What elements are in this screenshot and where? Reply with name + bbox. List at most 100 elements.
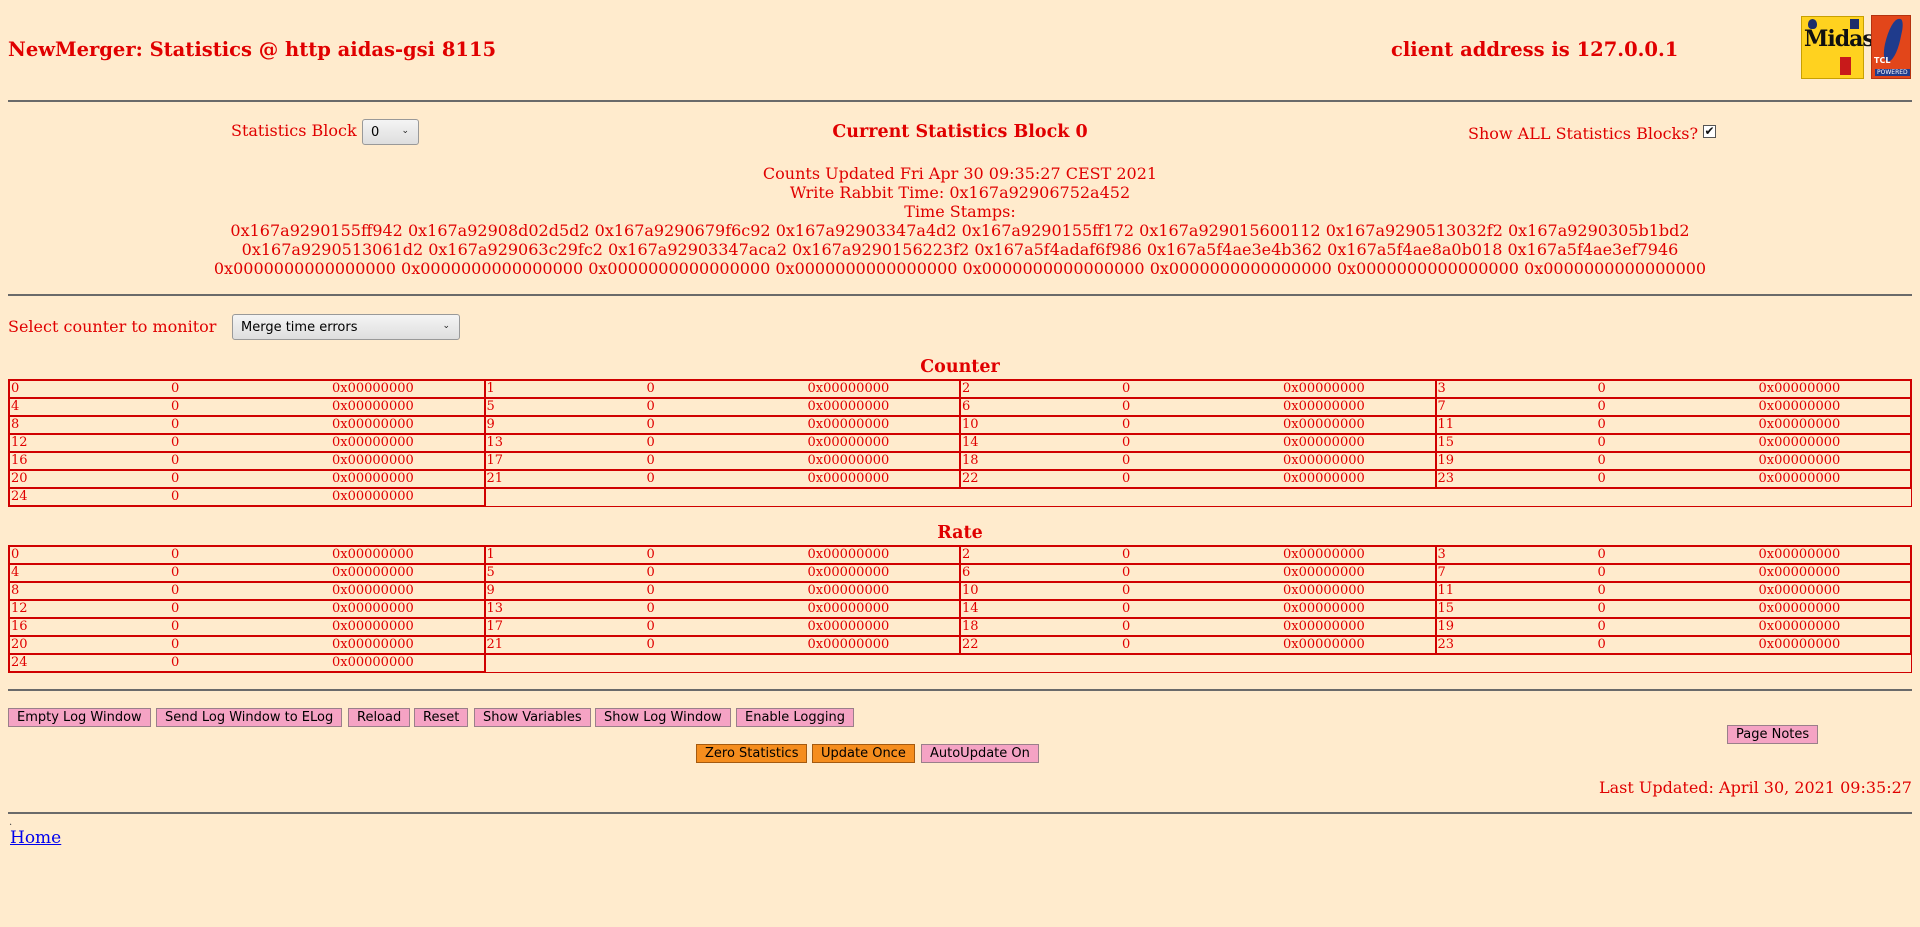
cell-index: 3: [1437, 381, 1446, 396]
figure-icon: [1840, 57, 1851, 75]
cell-value: 0: [1122, 565, 1131, 580]
send-log-elog-button[interactable]: Send Log Window to ELog: [156, 708, 343, 727]
monitor-select-wrap: Merge time errors ⌄: [232, 314, 460, 340]
table-cell: 13 0 0x00000000: [483, 433, 961, 453]
show-log-window-button[interactable]: Show Log Window: [595, 708, 731, 727]
home-link[interactable]: Home: [10, 828, 61, 848]
cell-hex: 0x00000000: [332, 381, 414, 396]
cell-value: 0: [646, 399, 655, 414]
cell-hex: 0x00000000: [1758, 417, 1841, 432]
cell-hex: 0x00000000: [807, 453, 890, 468]
table-row: 20 0 0x00000000 21 0 0x00000000 22 0 0x00000000 2…: [8, 635, 1912, 655]
cell-index: 0: [11, 547, 20, 562]
cell-hex: 0x00000000: [332, 583, 414, 598]
table-cell: 1 0 0x00000000: [483, 545, 961, 565]
cell-value: 0: [171, 381, 180, 396]
cell-value: 0: [1597, 565, 1606, 580]
table-cell: 16 0 0x00000000: [8, 617, 486, 637]
cell-value: 0: [646, 381, 655, 396]
cell-value: 0: [171, 471, 180, 486]
table-cell: 18 0 0x00000000: [959, 451, 1437, 471]
cell-hex: 0x00000000: [807, 619, 890, 634]
time-stamps-line-1: 0x167a9290155ff942 0x167a92908d02d5d2 0x…: [230, 221, 1690, 240]
reset-button[interactable]: Reset: [414, 708, 469, 727]
table-cell: 0 0 0x00000000: [8, 379, 486, 399]
cell-hex: 0x00000000: [807, 583, 890, 598]
autoupdate-button[interactable]: AutoUpdate On: [921, 744, 1039, 763]
cell-hex: 0x00000000: [1283, 619, 1365, 634]
table-cell: 7 0 0x00000000: [1434, 397, 1912, 417]
table-cell: 22 0 0x00000000: [959, 635, 1437, 655]
rate-table: 0 0 0x00000000 1 0 0x00000000 2 0 0x00000000 3 0 0x…: [8, 545, 1912, 673]
cell-hex: 0x00000000: [807, 547, 890, 562]
cell-value: 0: [646, 619, 655, 634]
cell-hex: 0x00000000: [1758, 453, 1841, 468]
midas-logo: Midas: [1801, 16, 1875, 79]
table-cell: 10 0 0x00000000: [959, 415, 1437, 435]
monitor-select[interactable]: Merge time errors: [232, 314, 460, 340]
cell-hex: 0x00000000: [1283, 399, 1365, 414]
cell-index: 8: [11, 583, 20, 598]
cell-value: 0: [1122, 453, 1131, 468]
table-row: 4 0 0x00000000 5 0 0x00000000 6 0 0x00000000 7 0 0x…: [8, 397, 1912, 417]
table-row: 8 0 0x00000000 9 0 0x00000000 10 0 0x00000000 11 0…: [8, 415, 1912, 435]
table-cell: 23 0 0x00000000: [1434, 635, 1912, 655]
table-row: 4 0 0x00000000 5 0 0x00000000 6 0 0x00000000 7 0 0x…: [8, 563, 1912, 583]
empty-log-button[interactable]: Empty Log Window: [8, 708, 151, 727]
cell-hex: 0x00000000: [1283, 601, 1365, 616]
cell-index: 24: [11, 655, 28, 670]
cell-hex: 0x00000000: [332, 435, 414, 450]
reload-button[interactable]: Reload: [348, 708, 411, 727]
midas-logo-text: Midas: [1804, 26, 1875, 52]
cell-value: 0: [1597, 547, 1606, 562]
update-once-button[interactable]: Update Once: [812, 744, 915, 763]
cell-hex: 0x00000000: [1283, 547, 1365, 562]
table-cell: 17 0 0x00000000: [483, 451, 961, 471]
time-stamps-line-3: 0x0000000000000000 0x0000000000000000 0x…: [213, 259, 1707, 278]
table-cell: 8 0 0x00000000: [8, 581, 486, 601]
cell-hex: 0x00000000: [1283, 637, 1365, 652]
monitor-label: Select counter to monitor: [8, 317, 217, 336]
cell-hex: 0x00000000: [332, 399, 414, 414]
page-notes-button[interactable]: Page Notes: [1727, 725, 1819, 744]
table-cell: 24 0 0x00000000: [8, 487, 486, 507]
cell-index: 18: [962, 619, 979, 634]
cell-index: 23: [1437, 471, 1455, 486]
table-row: 0 0 0x00000000 1 0 0x00000000 2 0 0x00000000 3 0 0x…: [8, 379, 1912, 399]
tcl-powered-text: POWERED: [1875, 69, 1910, 76]
table-cell: 24 0 0x00000000: [8, 653, 486, 673]
cell-hex: 0x00000000: [1758, 547, 1841, 562]
divider: [8, 294, 1912, 296]
zero-statistics-button[interactable]: Zero Statistics: [696, 744, 808, 763]
cell-value: 0: [646, 471, 655, 486]
cell-hex: 0x00000000: [807, 601, 890, 616]
page-title: NewMerger: Statistics @ http aidas-gsi 8…: [8, 38, 497, 61]
rate-heading: Rate: [937, 523, 983, 543]
cell-value: 0: [1597, 381, 1606, 396]
table-cell: 4 0 0x00000000: [8, 397, 486, 417]
client-address: client address is 127.0.0.1: [1391, 38, 1679, 61]
cell-value: 0: [646, 547, 655, 562]
table-cell: 17 0 0x00000000: [483, 617, 961, 637]
cell-hex: 0x00000000: [807, 471, 890, 486]
enable-logging-button[interactable]: Enable Logging: [736, 708, 854, 727]
cell-index: 18: [962, 453, 979, 468]
cell-hex: 0x00000000: [1283, 435, 1365, 450]
cell-value: 0: [171, 435, 180, 450]
cell-index: 8: [11, 417, 20, 432]
cell-index: 11: [1437, 417, 1455, 432]
cell-value: 0: [646, 583, 655, 598]
cell-value: 0: [1597, 619, 1606, 634]
show-variables-button[interactable]: Show Variables: [474, 708, 591, 727]
show-all-label: Show ALL Statistics Blocks?: [1468, 124, 1699, 143]
cell-value: 0: [1122, 399, 1131, 414]
table-cell: 5 0 0x00000000: [483, 563, 961, 583]
cell-hex: 0x00000000: [1758, 619, 1841, 634]
cell-value: 0: [171, 565, 180, 580]
show-all-checkbox[interactable]: ✔: [1703, 125, 1716, 138]
cell-hex: 0x00000000: [332, 637, 414, 652]
table-cell: 20 0 0x00000000: [8, 469, 486, 489]
cell-index: 16: [11, 453, 28, 468]
cell-hex: 0x00000000: [1283, 471, 1365, 486]
cell-value: 0: [171, 637, 180, 652]
